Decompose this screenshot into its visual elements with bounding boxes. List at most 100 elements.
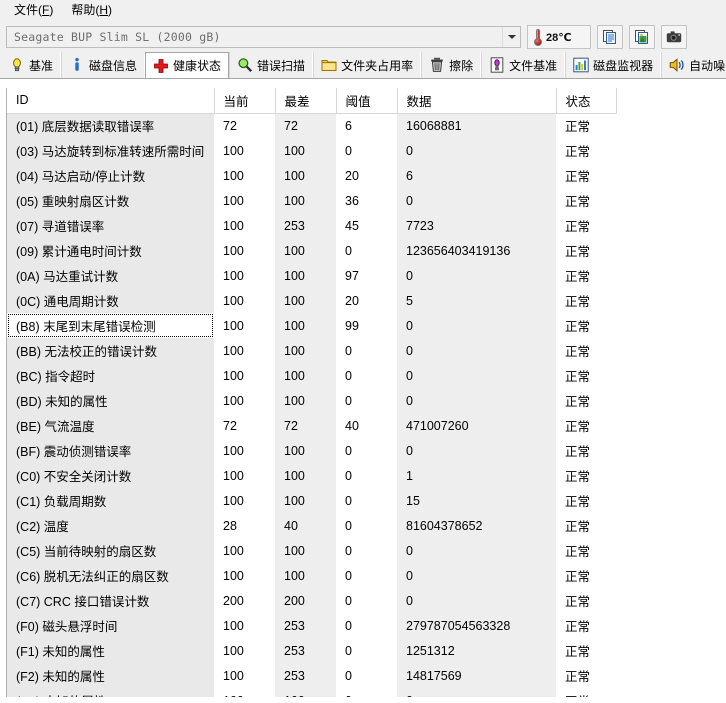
cell-raw-data: 6 — [397, 163, 556, 188]
table-row[interactable]: (C2) 温度 28 40 0 81604378652 正常 — [7, 513, 616, 538]
cell-threshold: 0 — [336, 138, 397, 163]
table-row[interactable]: (B8) 末尾到末尾错误检测 100 100 99 0 正常 — [7, 313, 616, 338]
table-row[interactable]: (07) 寻道错误率 100 253 45 7723 正常 — [7, 213, 616, 238]
screenshot-button[interactable] — [661, 25, 687, 49]
cell-current: 100 — [214, 288, 275, 313]
table-row[interactable]: (BF) 震动侦测错误率 100 100 0 0 正常 — [7, 438, 616, 463]
column-header-threshold[interactable]: 阈值 — [336, 88, 398, 114]
column-header-data[interactable]: 数据 — [397, 88, 557, 114]
table-row[interactable]: (BD) 未知的属性 100 100 0 0 正常 — [7, 388, 616, 413]
cell-threshold: 0 — [336, 463, 397, 488]
column-header-id[interactable]: ID — [7, 88, 215, 114]
crystaldiskinfo-window: 文件(F) 帮助(H) Seagate BUP Slim SL (2000 gB… — [0, 0, 726, 703]
table-row[interactable]: (C0) 不安全关闭计数 100 100 0 1 正常 — [7, 463, 616, 488]
cell-current: 100 — [214, 688, 275, 697]
table-row[interactable]: (0A) 马达重试计数 100 100 97 0 正常 — [7, 263, 616, 288]
chevron-down-icon[interactable] — [502, 27, 520, 47]
table-row[interactable]: (BC) 指令超时 100 100 0 0 正常 — [7, 363, 616, 388]
toolbar-item-benchmark[interactable]: 基准 — [2, 52, 62, 78]
table-header: ID 当前 最差 阈值 数据 状态 — [7, 88, 617, 114]
table-row[interactable]: (0C) 通电周期计数 100 100 20 5 正常 — [7, 288, 616, 313]
table-row[interactable]: (04) 马达启动/停止计数 100 100 20 6 正常 — [7, 163, 616, 188]
table-row[interactable]: (F1) 未知的属性 100 253 0 1251312 正常 — [7, 638, 616, 663]
cell-threshold: 99 — [336, 313, 397, 338]
table-row[interactable]: (F0) 磁头悬浮时间 100 253 0 279787054563328 正常 — [7, 613, 616, 638]
toolbar-item-error-scan[interactable]: 错误扫描 — [229, 52, 314, 78]
cell-status: 正常 — [556, 113, 616, 138]
copy-image-button[interactable] — [629, 25, 655, 49]
menu-item-file-label: 文件 — [14, 3, 39, 17]
device-selector-row: Seagate BUP Slim SL (2000 gB) 28℃ — [0, 22, 726, 52]
cell-threshold: 40 — [336, 413, 397, 438]
cell-status: 正常 — [556, 388, 616, 413]
cell-worst: 100 — [275, 338, 336, 363]
cell-worst: 100 — [275, 188, 336, 213]
table-row[interactable]: (C1) 负载周期数 100 100 0 15 正常 — [7, 488, 616, 513]
table-row[interactable]: (C5) 当前待映射的扇区数 100 100 0 0 正常 — [7, 538, 616, 563]
table-row[interactable]: (03) 马达旋转到标准转速所需时间 100 100 0 0 正常 — [7, 138, 616, 163]
table-row[interactable]: (BE) 气流温度 72 72 40 471007260 正常 — [7, 413, 616, 438]
table-row[interactable]: (05) 重映射扇区计数 100 100 36 0 正常 — [7, 188, 616, 213]
cell-attribute-name: (C2) 温度 — [7, 513, 214, 538]
cell-status: 正常 — [556, 513, 616, 538]
cell-raw-data: 0 — [397, 138, 556, 163]
cell-attribute-name: (F2) 未知的属性 — [7, 663, 214, 688]
menu-item-help[interactable]: 帮助(H) — [63, 1, 122, 20]
magnifier-icon — [238, 58, 253, 73]
cell-raw-data: 0 — [397, 563, 556, 588]
cell-raw-data: 0 — [397, 313, 556, 338]
column-header-status[interactable]: 状态 — [556, 88, 617, 114]
toolbar-item-folder-usage[interactable]: 文件夹占用率 — [313, 52, 422, 78]
copy-document-icon — [603, 30, 616, 44]
toolbar-item-erase[interactable]: 擦除 — [421, 52, 482, 78]
cell-worst: 100 — [275, 263, 336, 288]
cell-status: 正常 — [556, 438, 616, 463]
toolbar-item-disk-monitor[interactable]: 磁盘监视器 — [565, 52, 662, 78]
cell-attribute-name: (F1) 未知的属性 — [7, 638, 214, 663]
cell-status: 正常 — [556, 238, 616, 263]
cell-worst: 100 — [275, 163, 336, 188]
table-row[interactable]: (01) 底层数据读取错误率 72 72 6 16068881 正常 — [7, 113, 616, 138]
toolbar-item-aam-apm[interactable]: 自动噪 — [661, 52, 726, 78]
table-row[interactable]: (C6) 脱机无法纠正的扇区数 100 100 0 0 正常 — [7, 563, 616, 588]
table-row[interactable]: (C7) CRC 接口错误计数 200 200 0 0 正常 — [7, 588, 616, 613]
table-row[interactable]: (F2) 未知的属性 100 253 0 14817569 正常 — [7, 663, 616, 688]
cell-threshold: 0 — [336, 663, 397, 688]
cell-threshold: 0 — [336, 688, 397, 697]
cell-current: 100 — [214, 463, 275, 488]
cell-worst: 72 — [275, 413, 336, 438]
cell-threshold: 0 — [336, 638, 397, 663]
cell-raw-data: 14817569 — [397, 663, 556, 688]
cell-threshold: 0 — [336, 488, 397, 513]
cell-raw-data: 0 — [397, 588, 556, 613]
cell-attribute-name: (01) 底层数据读取错误率 — [7, 113, 214, 138]
column-header-current[interactable]: 当前 — [214, 88, 276, 114]
temperature-indicator: 28℃ — [527, 25, 591, 49]
cell-worst: 100 — [275, 138, 336, 163]
menu-item-file[interactable]: 文件(F) — [6, 1, 63, 20]
cell-raw-data: 5 — [397, 288, 556, 313]
column-header-worst[interactable]: 最差 — [275, 88, 337, 114]
toolbar-item-file-benchmark[interactable]: 文件基准 — [481, 52, 566, 78]
menu-bar: 文件(F) 帮助(H) — [0, 0, 726, 22]
device-select[interactable]: Seagate BUP Slim SL (2000 gB) — [6, 26, 521, 48]
toolbar-item-health-status[interactable]: 健康状态 — [145, 52, 230, 78]
cell-current: 100 — [214, 338, 275, 363]
table-row[interactable]: (BB) 无法校正的错误计数 100 100 0 0 正常 — [7, 338, 616, 363]
cell-raw-data: 0 — [397, 263, 556, 288]
file-benchmark-icon — [490, 57, 504, 73]
cell-status: 正常 — [556, 288, 616, 313]
table-row[interactable]: (09) 累计通电时间计数 100 100 0 123656403419136 正常 — [7, 238, 616, 263]
cell-worst: 253 — [275, 663, 336, 688]
cell-threshold: 0 — [336, 538, 397, 563]
table-row[interactable]: (FE) 未知的属性10010000正常 — [7, 688, 616, 697]
cell-attribute-name: (C5) 当前待映射的扇区数 — [7, 538, 214, 563]
cell-raw-data: 16068881 — [397, 113, 556, 138]
cell-attribute-name: (BE) 气流温度 — [7, 413, 214, 438]
cell-threshold: 0 — [336, 588, 397, 613]
cell-status: 正常 — [556, 313, 616, 338]
cell-status: 正常 — [556, 413, 616, 438]
toolbar-item-benchmark-label: 基准 — [29, 58, 54, 73]
toolbar-item-disk-info[interactable]: 磁盘信息 — [61, 52, 146, 78]
copy-text-button[interactable] — [597, 25, 623, 49]
